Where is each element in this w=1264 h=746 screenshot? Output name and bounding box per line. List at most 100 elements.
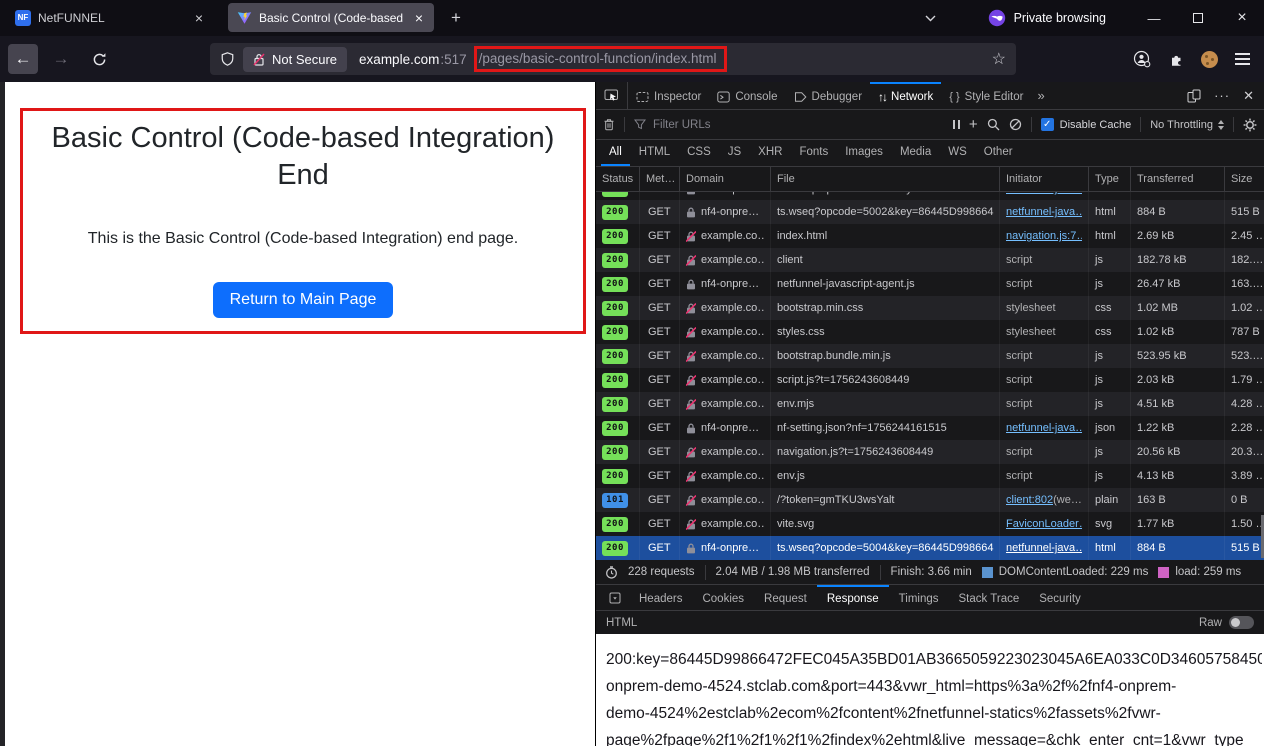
close-window-button[interactable]: × (1220, 0, 1264, 36)
type-filter-html[interactable]: HTML (631, 140, 678, 166)
disable-cache-label: Disable Cache (1060, 119, 1132, 131)
shield-icon[interactable] (220, 51, 235, 67)
initiator-link[interactable]: netfunnel-java… (1006, 206, 1082, 218)
type-filter-other[interactable]: Other (976, 140, 1021, 166)
responsive-design-mode-icon[interactable] (1187, 89, 1201, 103)
detail-tab-headers[interactable]: Headers (629, 585, 692, 610)
request-row[interactable]: 200GETexample.co…styles.cssstylesheetcss… (596, 320, 1264, 344)
devtools-tab-debugger[interactable]: Debugger (786, 82, 871, 109)
type-filter-fonts[interactable]: Fonts (791, 140, 836, 166)
request-row[interactable]: 200GETexample.co…bootstrap.bundle.min.js… (596, 344, 1264, 368)
request-row[interactable]: 200GETnf4-onpre…nf-setting.json?nf=17562… (596, 416, 1264, 440)
request-row[interactable]: 200GETexample.co…vite.svgFaviconLoader…s… (596, 512, 1264, 536)
request-row[interactable]: 200GETexample.co…env.jsscriptjs4.13 kB3.… (596, 464, 1264, 488)
new-tab-button[interactable]: + (442, 4, 470, 32)
type-filter-ws[interactable]: WS (940, 140, 975, 166)
column-header-file[interactable]: File (771, 167, 1000, 191)
request-row[interactable]: 200GETexample.co…script.js?t=17562436084… (596, 368, 1264, 392)
close-tab-icon[interactable]: × (413, 11, 425, 25)
reload-button[interactable] (84, 44, 114, 74)
method-cell: GET (640, 512, 680, 536)
requests-count[interactable]: 228 requests (628, 566, 695, 578)
type-filter-css[interactable]: CSS (679, 140, 719, 166)
network-settings-gear-icon[interactable] (1243, 118, 1257, 132)
request-row[interactable]: 200GETexample.co…bootstrap.min.cssstyles… (596, 296, 1264, 320)
list-tabs-chevron-icon[interactable] (914, 15, 948, 22)
request-row[interactable]: 200GETexample.co…navigation.js?t=1756243… (596, 440, 1264, 464)
detail-tab-response[interactable]: Response (817, 585, 889, 610)
method-cell: GET (640, 200, 680, 224)
not-secure-chip[interactable]: Not Secure (243, 47, 347, 72)
devtools-tab-console[interactable]: Console (709, 82, 785, 109)
devtools-tab-network[interactable]: ↑↓Network (870, 82, 941, 109)
devtools-menu-icon[interactable]: ··· (1214, 88, 1230, 103)
return-main-page-button[interactable]: Return to Main Page (213, 282, 394, 318)
request-row[interactable]: 101GETexample.co…/?token=gmTKU3wsYaltcli… (596, 488, 1264, 512)
menu-hamburger-icon[interactable] (1235, 53, 1250, 65)
request-row[interactable]: 200GETnf4-onpre…netfunnel-javascript-age… (596, 272, 1264, 296)
close-tab-icon[interactable]: × (193, 11, 205, 25)
type-filter-images[interactable]: Images (837, 140, 891, 166)
type-filter-xhr[interactable]: XHR (750, 140, 790, 166)
url-bar[interactable]: Not Secure example.com:517 /pages/basic-… (210, 43, 1016, 75)
column-header-met[interactable]: Met… (640, 167, 680, 191)
column-header-transferred[interactable]: Transferred (1131, 167, 1225, 191)
url-path-highlight: /pages/basic-control-function/index.html (474, 46, 727, 72)
cookie-icon[interactable] (1201, 51, 1218, 68)
column-header-type[interactable]: Type (1089, 167, 1131, 191)
new-request-plus-icon[interactable]: + (969, 117, 978, 132)
partially-scrolled-row[interactable]: 200GETnf4-onpre…ts.wseq?opcode=5002&key=… (596, 192, 1264, 200)
detail-tab-request[interactable]: Request (754, 585, 817, 610)
request-row[interactable]: 200GETexample.co…index.htmlnavigation.js… (596, 224, 1264, 248)
initiator-link[interactable]: client:802 (1006, 494, 1053, 506)
type-filter-all[interactable]: All (601, 140, 630, 166)
request-row[interactable]: 200GETnf4-onpre…ts.wseq?opcode=5004&key=… (596, 536, 1264, 560)
request-row[interactable]: 200GETexample.co…clientscriptjs182.78 kB… (596, 248, 1264, 272)
tab-netfunnel[interactable]: NF NetFUNNEL × (6, 3, 214, 32)
pick-element-button[interactable] (596, 82, 628, 109)
type-filter-js[interactable]: JS (720, 140, 749, 166)
file-cell: bootstrap.min.css (771, 296, 1000, 320)
minimize-button[interactable]: — (1132, 0, 1176, 36)
devtools-tab-style-editor[interactable]: { }Style Editor (941, 82, 1031, 109)
initiator-link[interactable]: navigation.js:7… (1006, 230, 1082, 242)
devtools-close-icon[interactable]: ✕ (1243, 88, 1254, 104)
initiator-link[interactable]: netfunnel-java… (1006, 192, 1082, 195)
detail-tab-cookies[interactable]: Cookies (692, 585, 754, 610)
initiator-link[interactable]: netfunnel-java… (1006, 422, 1082, 434)
initiator-link[interactable]: netfunnel-java… (1006, 542, 1082, 554)
request-row[interactable]: 200GETexample.co…env.mjsscriptjs4.51 kB4… (596, 392, 1264, 416)
column-header-domain[interactable]: Domain (680, 167, 771, 191)
devtools-tab-inspector[interactable]: Inspector (628, 82, 709, 109)
type-filter-media[interactable]: Media (892, 140, 939, 166)
raw-toggle[interactable] (1229, 616, 1254, 629)
transferred-total[interactable]: 2.04 MB / 1.98 MB transferred (716, 566, 870, 578)
detail-tab-stack-trace[interactable]: Stack Trace (949, 585, 1030, 610)
response-payload[interactable]: 200:key=86445D99866472FEC045A35BD01AB366… (596, 634, 1264, 746)
forward-button[interactable]: → (46, 44, 76, 74)
column-header-initiator[interactable]: Initiator (1000, 167, 1089, 191)
search-magnifier-icon[interactable] (987, 118, 1000, 131)
detail-tab-timings[interactable]: Timings (889, 585, 949, 610)
account-icon[interactable] (1133, 50, 1151, 68)
extensions-puzzle-icon[interactable] (1168, 51, 1184, 67)
initiator-link[interactable]: FaviconLoader… (1006, 518, 1082, 530)
detail-tab-security[interactable]: Security (1029, 585, 1091, 610)
split-panel-icon[interactable] (601, 585, 629, 610)
tab-basic-control[interactable]: Basic Control (Code-based Inte × (228, 3, 434, 32)
back-button[interactable]: ← (8, 44, 38, 74)
disable-cache-checkbox[interactable]: ✓ (1041, 118, 1054, 131)
more-tabs-chevrons-icon[interactable]: » (1031, 82, 1050, 109)
column-header-size[interactable]: Size (1225, 167, 1264, 191)
block-request-icon[interactable] (1009, 118, 1022, 131)
maximize-button[interactable] (1176, 0, 1220, 36)
filter-urls-input[interactable]: Filter URLs (634, 119, 944, 131)
column-header-status[interactable]: Status (596, 167, 640, 191)
clear-requests-trash-icon[interactable] (603, 118, 615, 131)
request-row[interactable]: 200GETnf4-onpre…ts.wseq?opcode=5002&key=… (596, 200, 1264, 224)
bookmark-star-icon[interactable]: ☆ (992, 49, 1006, 69)
request-row[interactable]: 200GETnf4-onpre…ts.wseq?opcode=5002&key=… (596, 192, 1264, 200)
throttling-select[interactable]: No Throttling (1150, 119, 1224, 131)
pause-traffic-icon[interactable] (953, 120, 960, 129)
response-line: 200:key=86445D99866472FEC045A35BD01AB366… (606, 646, 1262, 673)
